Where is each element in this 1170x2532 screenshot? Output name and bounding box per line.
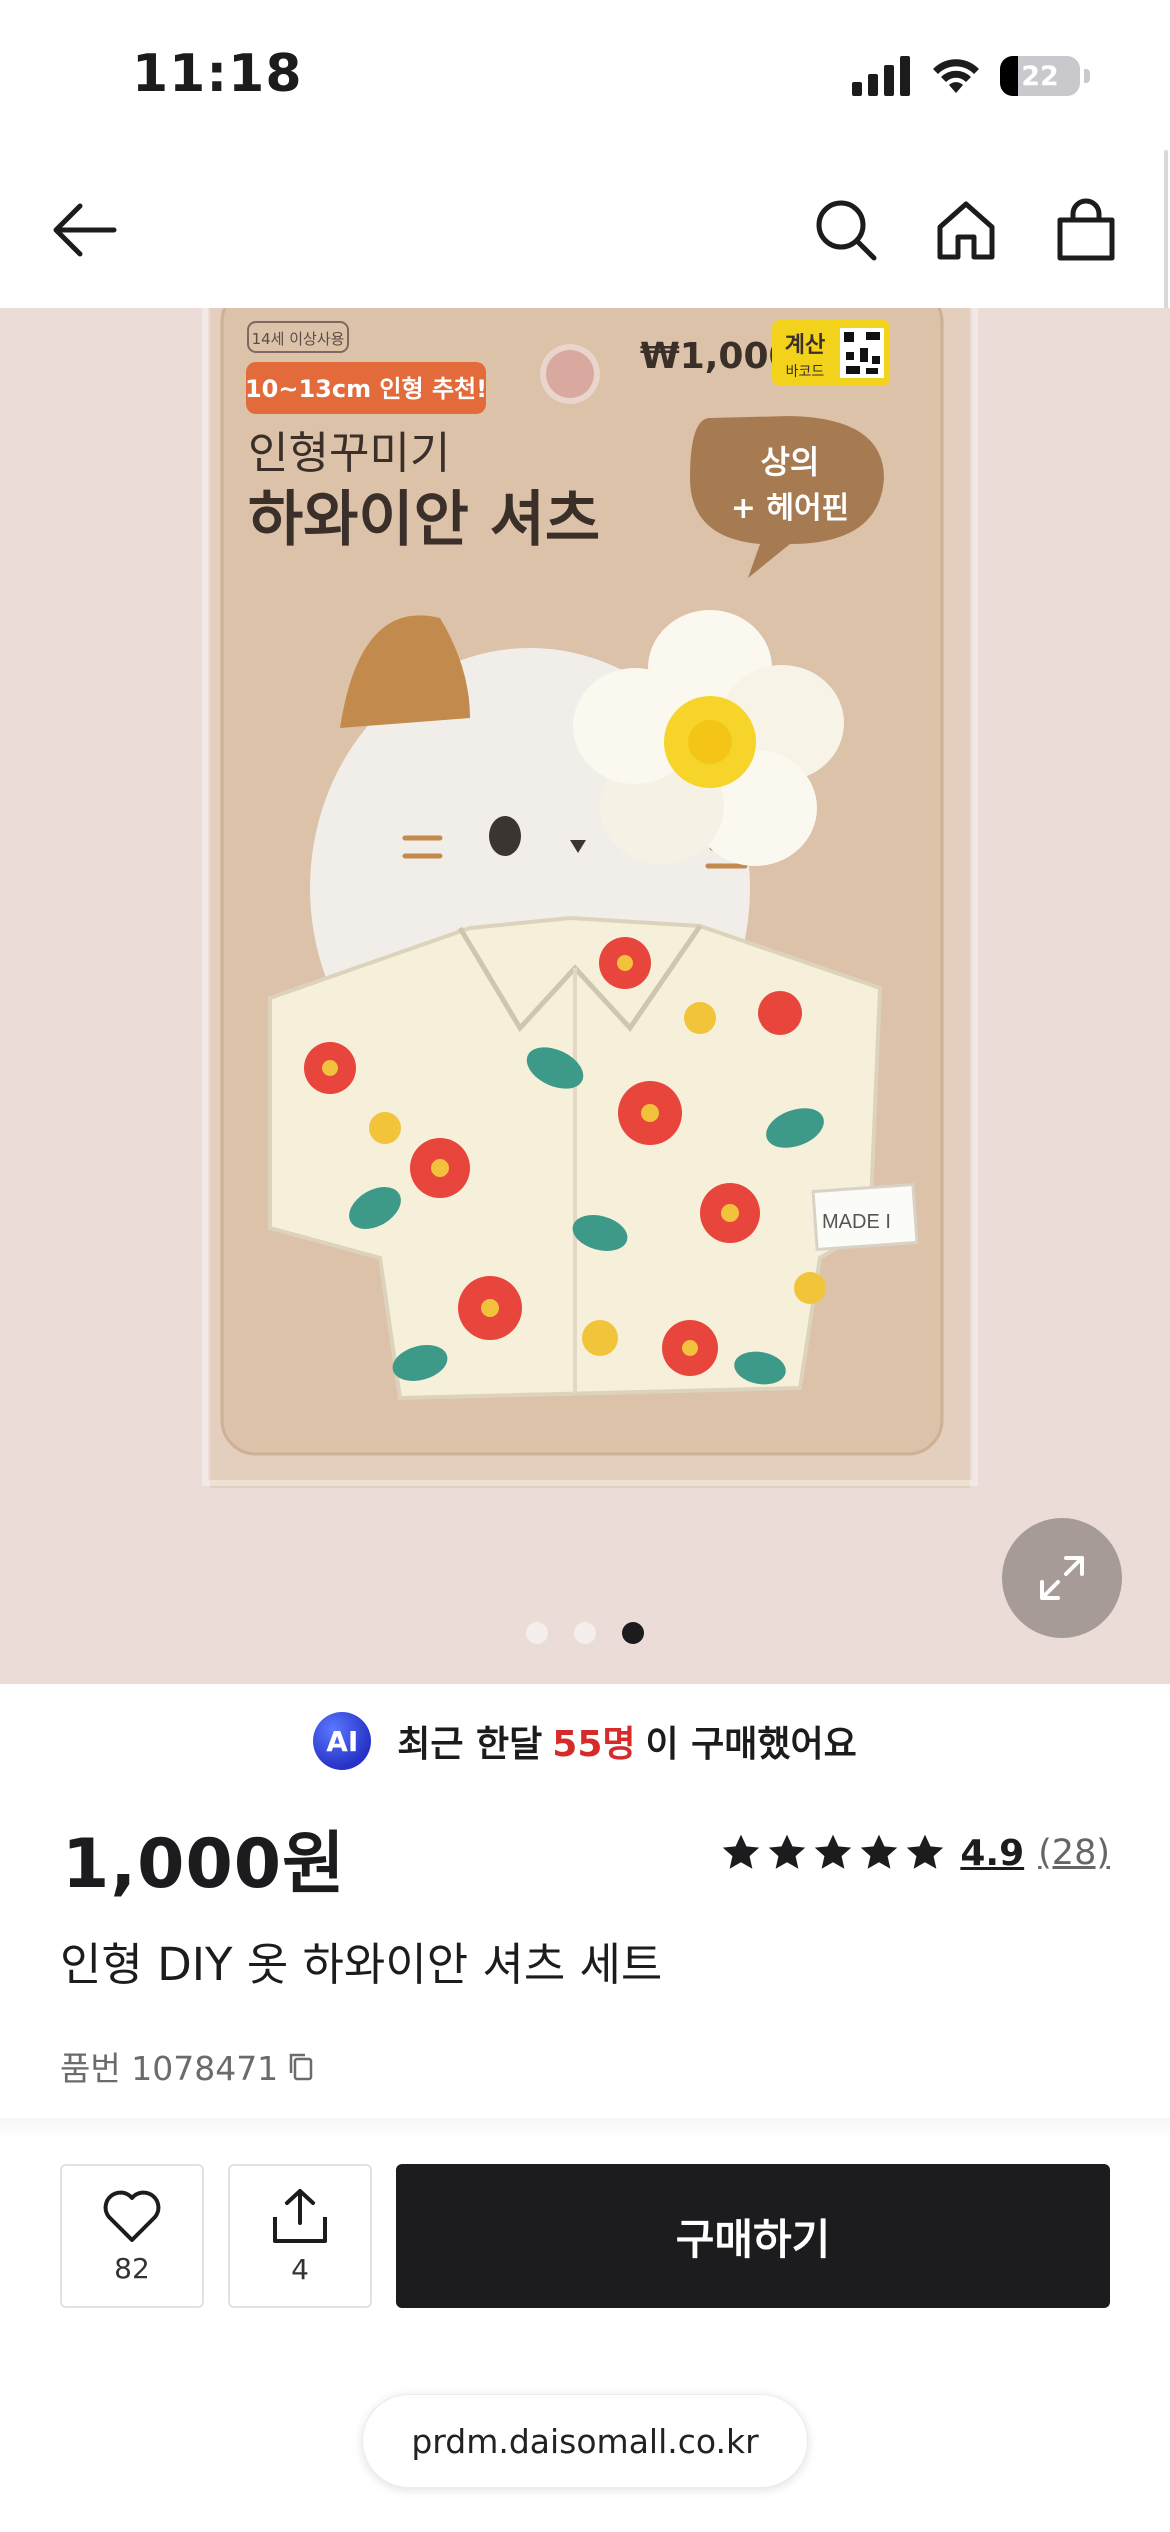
star-icon	[815, 1834, 852, 1869]
scroll-indicator	[1164, 150, 1168, 310]
recent-purchases-banner: AI 최근 한달 55명 이 구매했어요	[0, 1706, 1170, 1776]
share-icon	[273, 2188, 327, 2243]
star-icon	[861, 1834, 898, 1869]
sku-text: 품번 1078471	[60, 2049, 279, 2088]
cart-button[interactable]	[1046, 190, 1126, 270]
carousel-dot-active[interactable]	[622, 1622, 644, 1644]
carousel-dot[interactable]	[574, 1622, 596, 1644]
product-rating[interactable]: 4.9 (28)	[720, 1832, 1110, 1874]
rating-score[interactable]: 4.9	[960, 1833, 1024, 1874]
like-count: 82	[114, 2251, 150, 2285]
signal-icon	[852, 56, 910, 96]
package-title: 하와이안 셔츠	[248, 485, 600, 555]
rating-stars	[720, 1832, 946, 1874]
package-subtitle: 인형꾸미기	[248, 428, 450, 479]
copy-icon[interactable]	[286, 2050, 316, 2082]
product-sku: 품번 1078471	[60, 2042, 316, 2090]
product-title: 인형 DIY 옷 하와이안 셔츠 세트	[60, 1938, 663, 1991]
expand-image-button[interactable]	[1002, 1518, 1122, 1638]
browser-url-bar[interactable]: prdm.daisomall.co.kr	[362, 2394, 808, 2488]
carousel-indicator	[0, 1622, 1170, 1644]
search-icon	[816, 200, 877, 261]
status-time: 11:18	[132, 44, 303, 104]
battery-level: 22	[1021, 60, 1059, 92]
heart-icon	[103, 2190, 161, 2242]
star-icon	[723, 1834, 760, 1869]
star-icon	[907, 1834, 944, 1869]
package-barcode-sub: 바코드	[786, 364, 825, 380]
product-photo: MADE I 14세 이상사용 10~13cm 인형 추천! 인형꾸미기 하와이…	[0, 308, 1170, 1684]
section-divider	[0, 2118, 1170, 2140]
home-icon	[937, 201, 995, 260]
expand-icon	[1040, 1556, 1084, 1600]
recent-purchases-count: 55명	[552, 1724, 636, 1765]
buy-button[interactable]: 구매하기	[396, 2164, 1110, 2308]
ai-badge-icon: AI	[313, 1712, 372, 1770]
home-button[interactable]	[926, 190, 1006, 270]
package-size-label: 10~13cm 인형 추천!	[245, 375, 487, 403]
status-icons: 22	[852, 50, 1090, 102]
battery-icon: 22	[1000, 56, 1080, 96]
share-button[interactable]: 4	[228, 2164, 372, 2308]
status-bar: 11:18 22	[0, 0, 1170, 150]
package-bubble-line2: + 헤어핀	[731, 491, 849, 526]
recent-purchases-text: 최근 한달 55명 이 구매했어요	[397, 1715, 857, 1767]
review-count[interactable]: (28)	[1038, 1833, 1110, 1873]
star-icon	[769, 1834, 806, 1869]
package-barcode-label: 계산	[785, 333, 825, 358]
back-arrow-icon	[53, 203, 117, 257]
back-button[interactable]	[44, 190, 124, 270]
wifi-icon	[933, 59, 979, 93]
product-image-carousel[interactable]: MADE I 14세 이상사용 10~13cm 인형 추천! 인형꾸미기 하와이…	[0, 308, 1170, 1684]
like-button[interactable]: 82	[60, 2164, 204, 2308]
recent-purchases-prefix: 최근 한달	[397, 1724, 543, 1765]
package-price: ₩1,000	[640, 336, 794, 377]
recent-purchases-suffix: 이 구매했어요	[645, 1724, 857, 1765]
share-count: 4	[291, 2252, 309, 2286]
package-age-label: 14세 이상사용	[252, 330, 345, 348]
carousel-dot[interactable]	[526, 1622, 548, 1644]
top-nav-bar	[0, 150, 1170, 308]
search-button[interactable]	[806, 190, 886, 270]
shirt-label-tag-text: MADE I	[822, 1211, 891, 1233]
package-bubble-line1: 상의	[761, 443, 820, 481]
bottom-action-bar: 82 4 구매하기	[0, 2140, 1170, 2320]
shopping-bag-icon	[1057, 198, 1115, 261]
product-price: 1,000원	[62, 1825, 346, 1904]
